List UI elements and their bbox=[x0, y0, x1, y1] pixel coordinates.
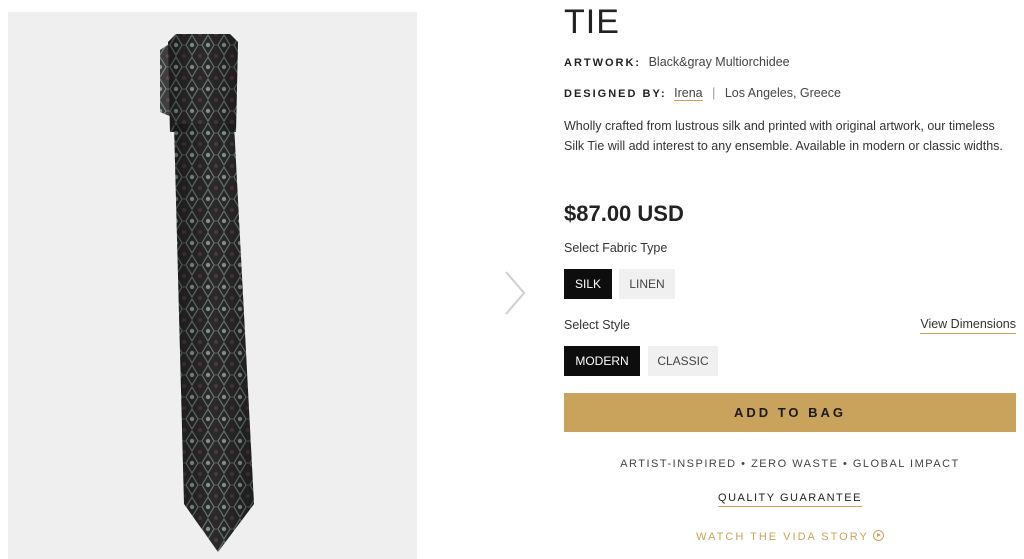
designer-label: DESIGNED BY: bbox=[564, 88, 667, 100]
fabric-label: Select Fabric Type bbox=[564, 241, 668, 255]
product-description: Wholly crafted from lustrous silk and pr… bbox=[564, 119, 1003, 153]
play-icon bbox=[872, 530, 884, 541]
fabric-option-silk[interactable]: SILK bbox=[564, 269, 612, 299]
style-label: Select Style bbox=[564, 318, 631, 332]
fabric-option-linen[interactable]: LINEN bbox=[619, 269, 675, 299]
view-dimensions-link[interactable]: View Dimensions bbox=[920, 317, 1016, 334]
artwork-label: ARTWORK: bbox=[564, 57, 642, 69]
tie-product-image bbox=[160, 34, 254, 552]
product-image-panel bbox=[8, 12, 417, 559]
brand-tagline: ARTIST-INSPIRED • ZERO WASTE • GLOBAL IM… bbox=[620, 458, 960, 470]
product-title: TIE bbox=[564, 3, 620, 41]
quality-guarantee-link[interactable]: QUALITY GUARANTEE bbox=[718, 492, 862, 507]
watch-story-label: WATCH THE VIDA STORY bbox=[696, 531, 869, 543]
product-price: $87.00 USD bbox=[564, 201, 684, 226]
designer-row: DESIGNED BY: Irena | Los Angeles, Greece bbox=[564, 86, 841, 101]
style-option-classic[interactable]: CLASSIC bbox=[648, 346, 718, 376]
quality-guarantee-row: QUALITY GUARANTEE bbox=[564, 492, 1016, 507]
designer-location: Los Angeles, Greece bbox=[724, 86, 841, 100]
artwork-row: ARTWORK: Black&gray Multiorchidee bbox=[564, 55, 790, 69]
designer-separator: | bbox=[712, 86, 716, 100]
artwork-value: Black&gray Multiorchidee bbox=[648, 55, 790, 69]
add-to-bag-button[interactable]: ADD TO BAG bbox=[564, 393, 1016, 432]
designer-link[interactable]: Irena bbox=[674, 86, 703, 101]
watch-story-link[interactable]: WATCH THE VIDA STORY bbox=[564, 530, 1016, 543]
chevron-right-icon[interactable] bbox=[500, 268, 530, 318]
style-option-modern[interactable]: MODERN bbox=[564, 346, 640, 376]
